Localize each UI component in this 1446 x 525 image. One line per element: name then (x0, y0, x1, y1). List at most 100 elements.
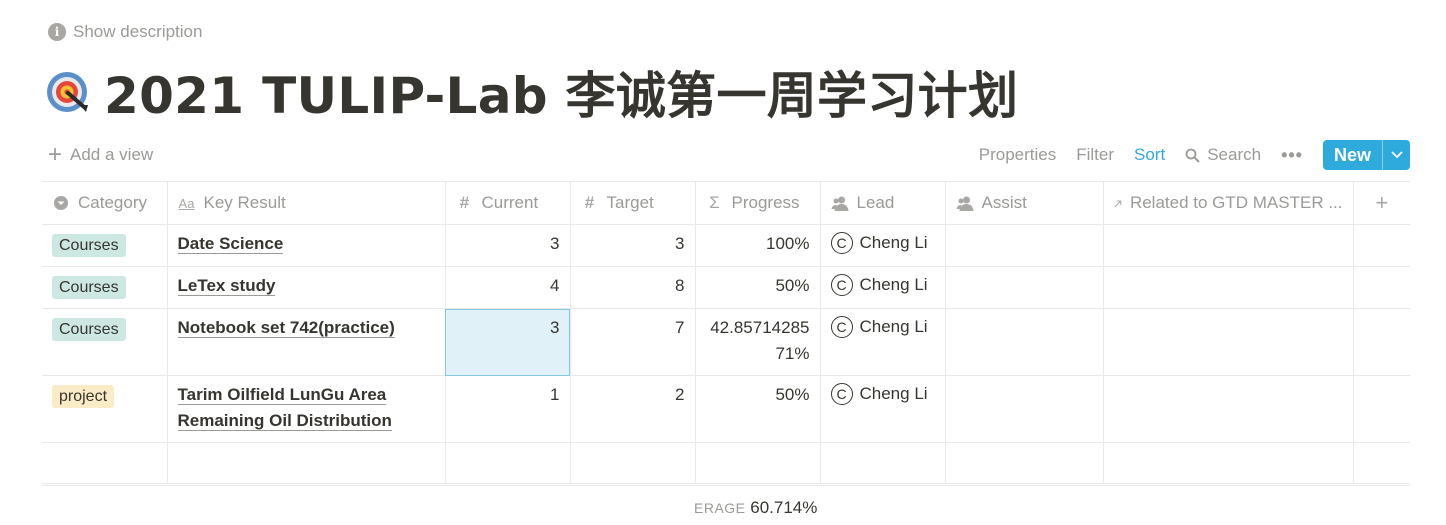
category-tag: Courses (52, 318, 126, 341)
properties-button[interactable]: Properties (979, 145, 1056, 165)
new-dropdown-chevron-icon[interactable] (1382, 140, 1410, 170)
spacer-cell (1353, 375, 1410, 443)
filter-button[interactable]: Filter (1076, 145, 1114, 165)
lead-cell[interactable]: C Cheng Li (820, 224, 946, 267)
assist-cell[interactable] (945, 308, 1104, 376)
column-header-progress[interactable]: Σ Progress (695, 181, 821, 225)
column-label: Assist (981, 193, 1027, 212)
progress-cell[interactable]: 100% (695, 224, 821, 267)
progress-value: 100% (766, 234, 810, 253)
lead-cell[interactable]: C Cheng Li (820, 375, 946, 443)
empty-cell[interactable] (945, 442, 1104, 484)
column-label: Lead (856, 193, 895, 212)
column-label: Related to GTD MASTER ... (1129, 193, 1343, 212)
category-cell[interactable]: Courses (42, 266, 168, 309)
related-cell[interactable] (1103, 266, 1354, 309)
lead-cell[interactable]: C Cheng Li (820, 308, 946, 376)
assist-cell[interactable] (945, 375, 1104, 443)
key-result-link[interactable]: LeTex study (177, 276, 276, 296)
avatar: C (830, 383, 853, 405)
info-icon: i (48, 23, 66, 41)
related-cell[interactable] (1103, 308, 1354, 376)
column-header-related[interactable]: Related to GTD MASTER ... (1103, 181, 1354, 225)
key-result-link[interactable]: Tarim Oilfield LunGu Area Remaining Oil … (177, 385, 392, 431)
more-options-icon[interactable]: ••• (1281, 145, 1303, 166)
empty-cell[interactable] (820, 442, 946, 484)
sort-button[interactable]: Sort (1134, 145, 1165, 165)
empty-row[interactable] (42, 442, 1410, 484)
related-cell[interactable] (1103, 224, 1354, 267)
category-cell[interactable]: Courses (42, 308, 168, 376)
lead-cell[interactable]: C Cheng Li (820, 266, 946, 309)
avatar: C (830, 274, 853, 296)
progress-value: 42.85714285 71% (710, 318, 810, 363)
number-icon: # (459, 193, 470, 212)
progress-value: 50% (775, 385, 810, 404)
new-button[interactable]: New (1322, 140, 1410, 170)
progress-cell[interactable]: 50% (695, 266, 821, 309)
spacer-cell (1353, 266, 1410, 309)
key-result-cell[interactable]: Date Science (167, 224, 446, 267)
empty-cell[interactable] (42, 442, 168, 484)
category-cell[interactable]: project (42, 375, 168, 443)
table-row[interactable]: Courses Notebook set 742(practice) 3 7 4… (42, 308, 1410, 376)
key-result-cell[interactable]: LeTex study (167, 266, 446, 309)
database-table: Category Aa Key Result # Current # Targe… (42, 181, 1410, 484)
column-header-assist[interactable]: Assist (945, 181, 1104, 225)
assist-cell[interactable] (945, 266, 1104, 309)
table-row[interactable]: Courses Date Science 3 3 100% C Cheng Li (42, 224, 1410, 267)
page-title[interactable]: 2021 TULIP-Lab 李诚第一周学习计划 (104, 56, 1018, 128)
new-button-label[interactable]: New (1323, 140, 1382, 170)
number-icon: # (584, 193, 595, 212)
column-header-lead[interactable]: Lead (820, 181, 946, 225)
table-row[interactable]: project Tarim Oilfield LunGu Area Remain… (42, 375, 1410, 443)
lead-name: Cheng Li (859, 233, 928, 252)
search-button[interactable]: Search (1185, 145, 1261, 165)
target-cell[interactable]: 8 (570, 266, 696, 309)
target-cell[interactable]: 3 (570, 224, 696, 267)
target-cell[interactable]: 2 (570, 375, 696, 443)
table-row[interactable]: Courses LeTex study 4 8 50% C Cheng Li (42, 266, 1410, 309)
empty-cell[interactable] (695, 442, 821, 484)
key-result-cell[interactable]: Tarim Oilfield LunGu Area Remaining Oil … (167, 375, 446, 443)
target-cell[interactable]: 7 (570, 308, 696, 376)
add-column-button[interactable]: + (1353, 181, 1410, 225)
target-icon[interactable] (46, 69, 92, 115)
related-cell[interactable] (1103, 375, 1354, 443)
column-label: Target (606, 193, 654, 212)
show-description-toggle[interactable]: i Show description (48, 22, 202, 42)
add-view-button[interactable]: + Add a view (48, 143, 153, 167)
select-icon (54, 196, 68, 210)
progress-value: 50% (775, 276, 810, 295)
search-icon (1185, 148, 1200, 163)
column-label: Key Result (203, 193, 286, 212)
table-footer-divider (42, 485, 1410, 486)
title-icon: Aa (178, 195, 195, 211)
add-column-icon: + (1375, 190, 1389, 215)
progress-cell[interactable]: 50% (695, 375, 821, 443)
key-result-link[interactable]: Date Science (177, 234, 284, 254)
key-result-cell[interactable]: Notebook set 742(practice) (167, 308, 446, 376)
current-cell-selected[interactable]: 3 (445, 308, 571, 376)
current-cell[interactable]: 1 (445, 375, 571, 443)
formula-icon: Σ (709, 193, 720, 212)
assist-cell[interactable] (945, 224, 1104, 267)
key-result-link[interactable]: Notebook set 742(practice) (177, 318, 395, 338)
empty-cell[interactable] (1103, 442, 1354, 484)
lead-name: Cheng Li (859, 317, 928, 336)
empty-cell[interactable] (570, 442, 696, 484)
database-toolbar: + Add a view Properties Filter Sort Sear… (42, 139, 1410, 171)
current-cell[interactable]: 4 (445, 266, 571, 309)
column-header-target[interactable]: # Target (570, 181, 696, 225)
progress-cell[interactable]: 42.85714285 71% (695, 308, 821, 376)
empty-cell[interactable] (445, 442, 571, 484)
table-header-row: Category Aa Key Result # Current # Targe… (42, 181, 1410, 225)
progress-average-calculation[interactable]: ERAGE 60.714% (694, 498, 817, 518)
column-header-key-result[interactable]: Aa Key Result (167, 181, 446, 225)
plus-icon: + (48, 141, 63, 168)
category-cell[interactable]: Courses (42, 224, 168, 267)
empty-cell[interactable] (167, 442, 446, 484)
current-cell[interactable]: 3 (445, 224, 571, 267)
column-header-current[interactable]: # Current (445, 181, 571, 225)
column-header-category[interactable]: Category (42, 181, 168, 225)
